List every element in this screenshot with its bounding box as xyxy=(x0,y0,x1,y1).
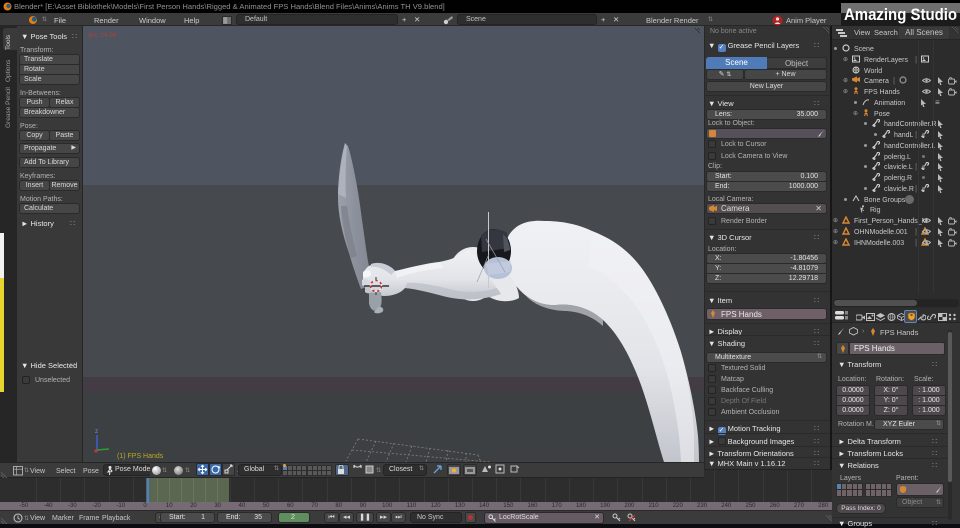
svg-text:z: z xyxy=(95,429,98,435)
svg-text:(1) FPS Hands: (1) FPS Hands xyxy=(117,453,164,460)
